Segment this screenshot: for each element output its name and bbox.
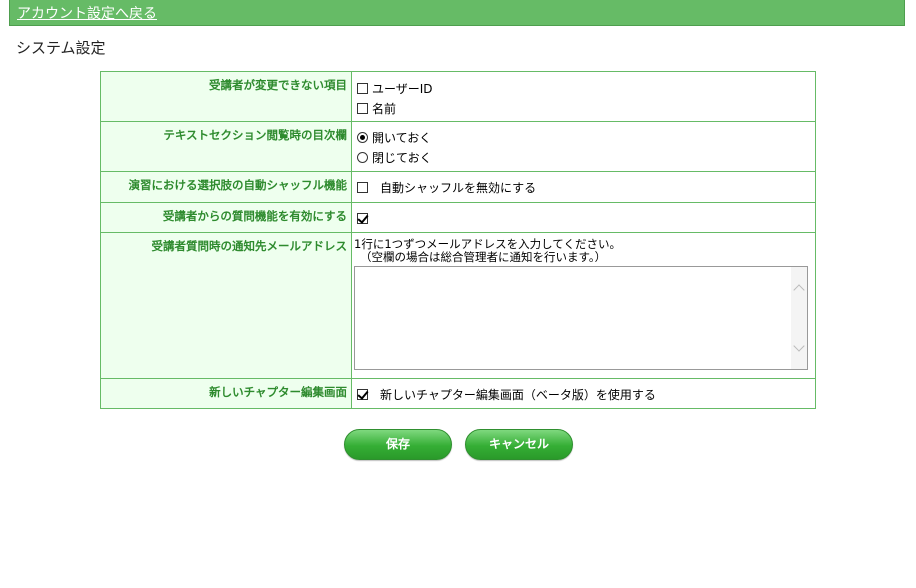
settings-table: 受講者が変更できない項目 ユーザーID 名前 テキストセクション閲覧時の目次欄 … xyxy=(100,71,816,409)
option-label: 名前 xyxy=(372,101,397,116)
toc-open-radio[interactable] xyxy=(357,131,368,143)
back-to-account-settings-link[interactable]: アカウント設定へ戻る xyxy=(17,3,157,23)
question-enabled-checkbox[interactable] xyxy=(357,212,368,224)
settings-row-question: 受講者からの質問機能を有効にする xyxy=(100,202,816,233)
new-chapter-editor-option[interactable]: 新しいチャプター編集画面（ベータ版）を使用する xyxy=(356,384,811,404)
option-label: 新しいチャプター編集画面（ベータ版）を使用する xyxy=(380,387,656,402)
settings-row-chapter-editor: 新しいチャプター編集画面 新しいチャプター編集画面（ベータ版）を使用する xyxy=(100,378,816,409)
row-label: 受講者からの質問機能を有効にする xyxy=(100,202,352,233)
option-label: 自動シャッフルを無効にする xyxy=(380,180,537,195)
cancel-button[interactable]: キャンセル xyxy=(465,429,573,460)
top-bar: アカウント設定へ戻る xyxy=(9,0,905,26)
scroll-up-icon[interactable] xyxy=(793,284,805,296)
row-label: テキストセクション閲覧時の目次欄 xyxy=(100,121,352,172)
row-label: 演習における選択肢の自動シャッフル機能 xyxy=(100,171,352,203)
toc-closed-radio-option[interactable]: 閉じておく xyxy=(356,147,811,167)
disable-shuffle-option[interactable]: 自動シャッフルを無効にする xyxy=(356,177,811,197)
question-enabled-option[interactable] xyxy=(356,208,811,228)
option-label: 閉じておく xyxy=(372,150,432,165)
new-chapter-editor-checkbox[interactable] xyxy=(357,388,368,400)
settings-row-fixed-items: 受講者が変更できない項目 ユーザーID 名前 xyxy=(100,71,816,122)
row-label: 新しいチャプター編集画面 xyxy=(100,378,352,409)
row-label: 受講者が変更できない項目 xyxy=(100,71,352,122)
user-id-checkbox-option[interactable]: ユーザーID xyxy=(356,78,811,98)
user-id-checkbox[interactable] xyxy=(357,82,368,94)
disable-shuffle-checkbox[interactable] xyxy=(357,181,368,193)
textarea-scrollbar[interactable] xyxy=(791,267,807,369)
name-checkbox-option[interactable]: 名前 xyxy=(356,98,811,118)
settings-row-shuffle: 演習における選択肢の自動シャッフル機能 自動シャッフルを無効にする xyxy=(100,171,816,203)
settings-row-toc: テキストセクション閲覧時の目次欄 開いておく 閉じておく xyxy=(100,121,816,172)
notify-email-textarea[interactable] xyxy=(354,266,808,370)
settings-row-notify: 受講者質問時の通知先メールアドレス 1行に1つずつメールアドレスを入力してくださ… xyxy=(100,232,816,379)
toc-open-radio-option[interactable]: 開いておく xyxy=(356,127,811,147)
toc-closed-radio[interactable] xyxy=(357,151,368,163)
option-label: 開いておく xyxy=(372,130,432,145)
option-label: ユーザーID xyxy=(372,81,433,96)
save-button[interactable]: 保存 xyxy=(344,429,452,460)
scroll-down-icon[interactable] xyxy=(793,340,805,352)
row-label: 受講者質問時の通知先メールアドレス xyxy=(100,232,352,379)
name-checkbox[interactable] xyxy=(357,102,368,114)
notify-help-line2: （空欄の場合は総合管理者に通知を行います。） xyxy=(360,250,607,264)
page-title: システム設定 xyxy=(16,39,106,57)
